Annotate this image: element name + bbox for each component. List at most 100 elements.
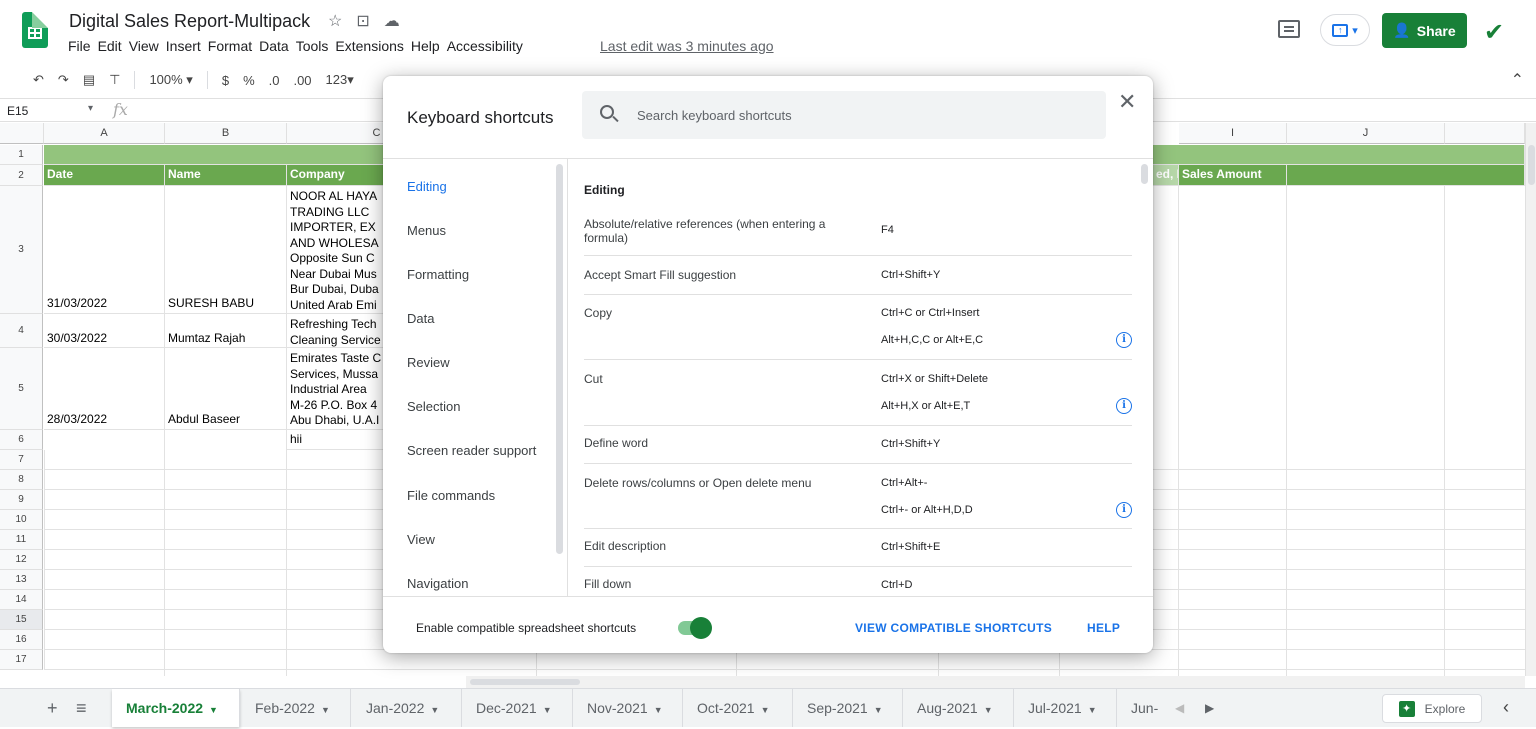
tab-jun-2021[interactable]: Jun- xyxy=(1117,689,1162,727)
add-sheet-icon[interactable]: + xyxy=(47,698,58,719)
document-title[interactable]: Digital Sales Report-Multipack xyxy=(69,11,310,32)
redo-icon[interactable]: ↷ xyxy=(58,72,69,88)
column-header-b[interactable]: B xyxy=(165,123,287,144)
menu-help[interactable]: Help xyxy=(411,38,440,54)
scroll-tabs-left-icon[interactable]: ◀ xyxy=(1175,701,1184,715)
category-menus[interactable]: Menus xyxy=(407,223,446,238)
scroll-thumb[interactable] xyxy=(470,679,580,685)
column-header-j[interactable]: J xyxy=(1287,123,1445,144)
row-header[interactable]: 8 xyxy=(0,470,43,490)
paint-format-icon[interactable]: ⊤ xyxy=(109,72,120,88)
zoom-select[interactable]: 100% ▾ xyxy=(149,72,192,88)
row-header[interactable]: 11 xyxy=(0,530,43,550)
category-screen-reader[interactable]: Screen reader support xyxy=(407,443,536,458)
row-header[interactable]: 6 xyxy=(0,430,43,450)
tab-nov-2021[interactable]: Nov-2021 ▼ xyxy=(573,689,683,727)
currency-button[interactable]: $ xyxy=(222,73,229,88)
search-box[interactable] xyxy=(582,91,1106,139)
cloud-status-icon[interactable]: ☁ xyxy=(384,11,400,31)
cell-date[interactable]: 28/03/2022 xyxy=(44,348,165,430)
sheets-logo-icon[interactable] xyxy=(22,12,48,48)
more-formats-button[interactable]: 123▾ xyxy=(326,72,354,88)
row-header[interactable]: 12 xyxy=(0,550,43,570)
info-icon[interactable]: i xyxy=(1116,398,1132,414)
tab-aug-2021[interactable]: Aug-2021 ▼ xyxy=(903,689,1014,727)
increase-decimal-button[interactable]: .00 xyxy=(293,73,311,88)
select-all-corner[interactable] xyxy=(0,123,44,144)
view-compatible-shortcuts-link[interactable]: VIEW COMPATIBLE SHORTCUTS xyxy=(855,621,1052,635)
last-edit-link[interactable]: Last edit was 3 minutes ago xyxy=(600,38,774,54)
menu-view[interactable]: View xyxy=(129,38,159,54)
header-cell-date[interactable]: Date xyxy=(44,165,165,186)
side-panel-toggle-icon[interactable]: ‹ xyxy=(1503,697,1509,718)
move-folder-icon[interactable]: ⊡ xyxy=(356,11,369,31)
tab-jul-2021[interactable]: Jul-2021 ▼ xyxy=(1014,689,1117,727)
column-header-i[interactable]: I xyxy=(1179,123,1287,144)
header-cell-name[interactable]: Name xyxy=(165,165,287,186)
tab-feb-2022[interactable]: Feb-2022 ▼ xyxy=(241,689,351,727)
cell-name[interactable]: SURESH BABU xyxy=(165,186,287,314)
help-link[interactable]: HELP xyxy=(1087,621,1120,635)
all-sheets-icon[interactable]: ≡ xyxy=(76,698,87,719)
collapse-menus-icon[interactable]: ⌃ xyxy=(1511,70,1524,90)
row-header[interactable]: 16 xyxy=(0,630,43,650)
percent-button[interactable]: % xyxy=(243,73,255,88)
undo-icon[interactable]: ↶ xyxy=(33,72,44,88)
cell-date[interactable]: 31/03/2022 xyxy=(44,186,165,314)
category-review[interactable]: Review xyxy=(407,355,450,370)
tab-dec-2021[interactable]: Dec-2021 ▼ xyxy=(462,689,573,727)
category-editing[interactable]: Editing xyxy=(407,179,447,194)
cell-name[interactable]: Mumtaz Rajah xyxy=(165,314,287,348)
header-cell-empty[interactable] xyxy=(1287,165,1525,186)
info-icon[interactable]: i xyxy=(1116,502,1132,518)
name-box[interactable]: E15 xyxy=(7,104,28,118)
tab-sep-2021[interactable]: Sep-2021 ▼ xyxy=(793,689,903,727)
row-header[interactable]: 3 xyxy=(0,186,43,314)
explore-button[interactable]: ✦ Explore xyxy=(1382,694,1482,723)
row-header[interactable]: 5 xyxy=(0,348,43,430)
row-header[interactable]: 1 xyxy=(0,145,43,165)
share-button[interactable]: 👤 Share xyxy=(1382,13,1467,48)
row-header-active[interactable]: 15 xyxy=(0,610,43,630)
row-header[interactable]: 9 xyxy=(0,490,43,510)
menu-tools[interactable]: Tools xyxy=(296,38,329,54)
category-view[interactable]: View xyxy=(407,532,435,547)
close-icon[interactable]: ✕ xyxy=(1118,91,1136,113)
tab-jan-2022[interactable]: Jan-2022 ▼ xyxy=(352,689,462,727)
row-header[interactable]: 4 xyxy=(0,314,43,348)
category-data[interactable]: Data xyxy=(407,311,434,326)
menu-data[interactable]: Data xyxy=(259,38,289,54)
chevron-down-icon[interactable]: ▾ xyxy=(88,103,93,114)
header-cell-h[interactable]: ed, P xyxy=(1153,165,1179,186)
menu-insert[interactable]: Insert xyxy=(166,38,201,54)
search-input[interactable] xyxy=(637,91,1077,139)
decrease-decimal-button[interactable]: .0 xyxy=(269,73,280,88)
menu-accessibility[interactable]: Accessibility xyxy=(447,38,523,54)
category-file-commands[interactable]: File commands xyxy=(407,488,495,503)
present-button[interactable]: ↑ ▾ xyxy=(1320,14,1370,46)
avatar[interactable]: ✔ xyxy=(1484,18,1518,46)
row-header[interactable]: 7 xyxy=(0,450,43,470)
shortcut-list-scrollbar[interactable] xyxy=(1141,164,1148,184)
row-header[interactable]: 2 xyxy=(0,165,43,186)
vertical-scrollbar[interactable] xyxy=(1525,123,1536,676)
menu-format[interactable]: Format xyxy=(208,38,252,54)
print-icon[interactable]: ▤ xyxy=(83,72,95,88)
row-header[interactable]: 17 xyxy=(0,650,43,670)
scroll-tabs-right-icon[interactable]: ▶ xyxy=(1205,701,1214,715)
column-header-k[interactable] xyxy=(1445,123,1525,144)
tab-march-2022[interactable]: March-2022 ▼ xyxy=(112,689,240,727)
comment-history-icon[interactable] xyxy=(1278,20,1300,38)
scroll-thumb[interactable] xyxy=(1528,145,1535,185)
cell-date[interactable]: 30/03/2022 xyxy=(44,314,165,348)
row-header[interactable]: 14 xyxy=(0,590,43,610)
horizontal-scrollbar[interactable] xyxy=(466,676,1525,688)
compat-shortcuts-toggle[interactable] xyxy=(678,617,712,639)
tab-oct-2021[interactable]: Oct-2021 ▼ xyxy=(683,689,793,727)
menu-extensions[interactable]: Extensions xyxy=(335,38,403,54)
category-formatting[interactable]: Formatting xyxy=(407,267,469,282)
header-cell-sales-amount[interactable]: Sales Amount xyxy=(1179,165,1287,186)
star-icon[interactable]: ☆ xyxy=(328,11,342,31)
category-selection[interactable]: Selection xyxy=(407,399,460,414)
info-icon[interactable]: i xyxy=(1116,332,1132,348)
